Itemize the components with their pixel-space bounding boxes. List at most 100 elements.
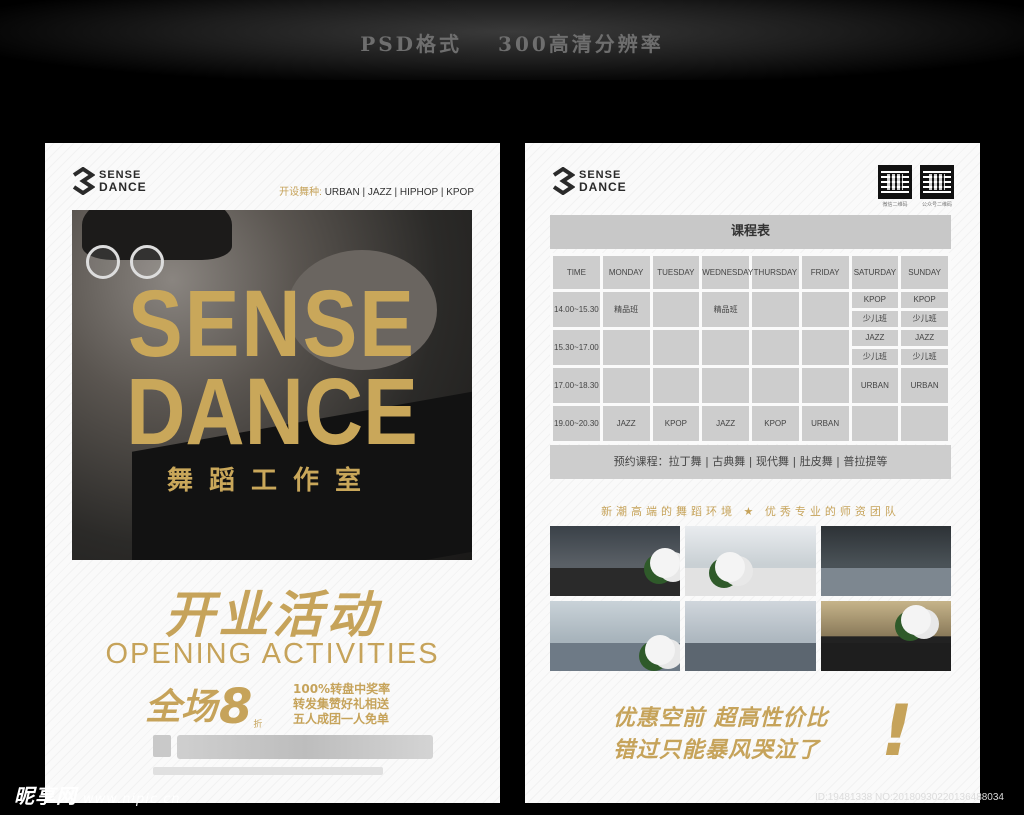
- schedule-cell: [649, 289, 703, 330]
- promo-item: 100%转盘中奖率: [293, 682, 391, 696]
- slogan-line2: 错过只能暴风哭泣了: [613, 738, 821, 763]
- flyer-front: SENSE DANCE 开设舞种: URBAN | JAZZ | HIPHOP …: [45, 143, 500, 803]
- qr-caption: 微信二维码: [882, 202, 908, 208]
- promo-item: 转发集赞好礼相送: [293, 697, 390, 711]
- schedule-cell: [749, 365, 802, 406]
- styles-list: URBAN | JAZZ | HIPHOP | KPOP: [324, 187, 474, 198]
- schedule-cell: [699, 327, 752, 368]
- format-label: PSD格式: [360, 32, 463, 56]
- sense-dance-logo: SENSE DANCE: [71, 166, 147, 196]
- schedule-cell: JAZZ 少儿班: [898, 327, 951, 368]
- schedule-class: JAZZ: [851, 330, 899, 349]
- opening-title-cn: 开业活动: [164, 586, 381, 644]
- schedule-class: KPOP: [901, 292, 948, 311]
- schedule-cell: URBAN: [798, 403, 852, 444]
- schedule-cell: URBAN: [898, 365, 951, 406]
- photo-title-dance: DANCE: [126, 360, 418, 465]
- dance-styles: 开设舞种: URBAN | JAZZ | HIPHOP | KPOP: [279, 183, 474, 198]
- schedule-class: 少儿班: [862, 314, 887, 323]
- schedule-cell: [599, 365, 653, 406]
- site-watermark: 昵享网 www.nipic.cn: [14, 780, 181, 809]
- schedule-class: 少儿班: [912, 314, 937, 323]
- promo-number: 8: [219, 679, 253, 735]
- blurred-address: [153, 767, 383, 775]
- schedule-column-header: SUNDAY: [898, 253, 951, 292]
- styles-label: 开设舞种:: [279, 187, 322, 198]
- schedule-cell: [749, 327, 802, 368]
- qr-codes: 微信二维码 公众号二维码: [878, 165, 954, 208]
- schedule-row: 19.00~20.30 JAZZ KPOP JAZZ KPOP URBAN: [550, 403, 951, 444]
- schedule-time: 15.30~17.00: [550, 327, 603, 368]
- photo-subtitle: 舞蹈工作室: [166, 465, 377, 495]
- schedule-cell: [798, 327, 852, 368]
- promo-benefits: 100%转盘中奖率 转发集赞好礼相送 五人成团一人免单: [293, 682, 390, 727]
- promo-label: 全场: [145, 687, 218, 728]
- resolution-label: 300高清分辨率: [498, 32, 664, 56]
- glasses-left: [86, 245, 120, 279]
- qr-code-icon: [878, 165, 912, 199]
- studio-photo: [820, 601, 951, 671]
- schedule-column-header: WEDNESDAY: [699, 253, 753, 292]
- studio-photo: [550, 601, 681, 671]
- watermark-brand: 昵享网: [14, 784, 77, 808]
- schedule-time: 14.00~15.30: [550, 289, 603, 330]
- schedule-cell: [749, 289, 802, 330]
- top-banner: PSD格式 300高清分辨率: [0, 0, 1024, 80]
- format-caption: PSD格式 300高清分辨率: [0, 28, 1024, 57]
- schedule-column-header: MONDAY: [599, 253, 653, 292]
- logo-line2: DANCE: [99, 180, 147, 194]
- schedule-cell: [848, 403, 902, 444]
- schedule-cell: JAZZ: [599, 403, 653, 444]
- promo-unit: 折: [253, 720, 263, 730]
- schedule-class: KPOP: [851, 292, 899, 311]
- contact-block: [153, 735, 433, 775]
- schedule-cell: [599, 327, 653, 368]
- schedule-column-header: TUESDAY: [649, 253, 703, 292]
- schedule-table: TIME MONDAY TUESDAY WEDNESDAY THURSDAY FRIDAY…: [550, 253, 951, 444]
- flyer-back: SENSE DANCE 微信二维码 公众号二维码 课程表 TIME MONDAY T…: [525, 143, 980, 803]
- phone-icon: [153, 735, 171, 757]
- schedule-cell: KPOP: [749, 403, 802, 444]
- schedule-cell: KPOP 少儿班: [848, 289, 902, 330]
- schedule-column-header: SATURDAY: [848, 253, 902, 292]
- logo-mark-icon: [71, 166, 96, 196]
- schedule-column-header: TIME: [550, 253, 603, 292]
- exclamation-mark: !: [881, 690, 913, 772]
- schedule-cell: KPOP: [649, 403, 703, 444]
- schedule-cell: JAZZ: [699, 403, 752, 444]
- schedule-cell: KPOP 少儿班: [898, 289, 951, 330]
- studio-photo: [685, 601, 816, 671]
- qr-caption: 公众号二维码: [921, 202, 952, 208]
- discount-promo: 全场 8 折: [145, 678, 263, 735]
- schedule-cell: 精品班: [699, 289, 752, 330]
- schedule-time: 17.00~18.30: [550, 365, 603, 406]
- studio-photo: [820, 526, 951, 596]
- schedule-row: 17.00~18.30 URBAN URBAN: [550, 365, 951, 406]
- schedule-cell: [649, 327, 703, 368]
- schedule-column-header: THURSDAY: [749, 253, 802, 292]
- schedule-class: 少儿班: [912, 352, 937, 361]
- logo-mark-icon: [551, 166, 576, 196]
- slogan: 优惠空前 超高性价比 错过只能暴风哭泣了: [613, 703, 829, 767]
- schedule-cell: JAZZ 少儿班: [848, 327, 902, 368]
- schedule-cell: URBAN: [848, 365, 902, 406]
- schedule-column-header: FRIDAY: [798, 253, 852, 292]
- studio-photo: [685, 526, 816, 596]
- class-schedule: 课程表 TIME MONDAY TUESDAY WEDNESDAY THURSDAY FR…: [550, 215, 951, 479]
- schedule-cell: [798, 289, 852, 330]
- sense-dance-logo: SENSE DANCE: [551, 166, 627, 196]
- schedule-cell: 精品班: [599, 289, 653, 330]
- promo-item: 五人成团一人免单: [293, 712, 390, 726]
- slogan-line1: 优惠空前 超高性价比: [613, 706, 829, 731]
- environment-tagline: 新潮高端的舞蹈环境 ★ 优秀专业的师资团队: [601, 505, 900, 518]
- hero-photo: SENSE DANCE 舞蹈工作室: [72, 210, 472, 560]
- schedule-row: 15.30~17.00 JAZZ 少儿班 JAZZ 少儿班: [550, 327, 951, 368]
- schedule-row: 14.00~15.30 精品班 精品班 KPOP 少儿班 KPOP 少儿班: [550, 289, 951, 330]
- logo-line2: DANCE: [579, 180, 627, 194]
- schedule-class: JAZZ: [901, 330, 948, 349]
- schedule-cell: [898, 403, 951, 444]
- schedule-cell: [699, 365, 752, 406]
- studio-gallery: [550, 526, 951, 671]
- schedule-class: 少儿班: [862, 352, 887, 361]
- qr-code-icon: [920, 165, 954, 199]
